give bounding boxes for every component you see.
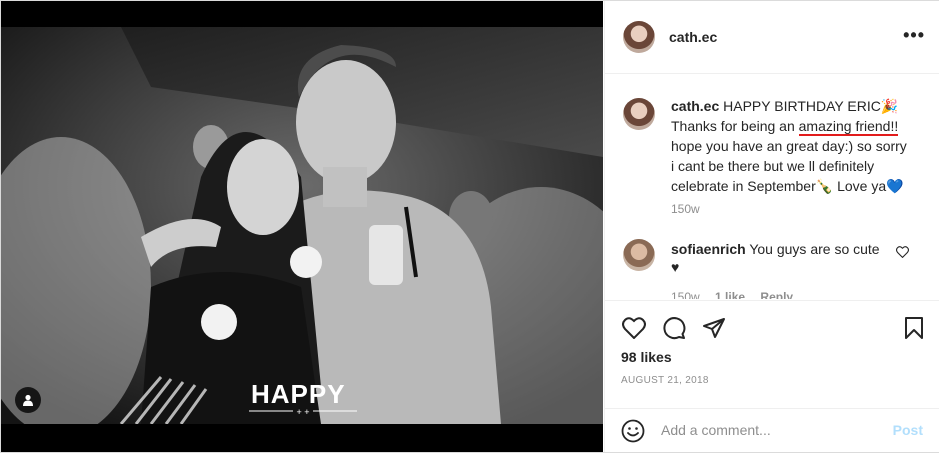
comment-time[interactable]: 150w: [671, 290, 700, 299]
champagne-emoji-icon: 🍾: [815, 178, 834, 194]
post-side-panel: cath.ec ••• cath.ec HAPPY BIRTHDAY ERIC🎉…: [604, 1, 939, 452]
caption-highlight: amazing friend!!: [798, 118, 899, 136]
caption-text-4: Love ya: [833, 178, 887, 194]
party-emoji-icon: 🎉: [880, 98, 899, 114]
comment-text: You guys are so cute: [745, 241, 880, 257]
post-header: cath.ec •••: [605, 1, 939, 74]
caption-avatar[interactable]: [623, 98, 655, 130]
caption-time[interactable]: 150w: [671, 202, 700, 216]
post-modal: HAPPY + + cath.ec ••• cath.ec HAPPY BIRT…: [0, 0, 939, 453]
avatar[interactable]: [623, 21, 655, 53]
heart-icon[interactable]: [621, 315, 647, 341]
comment-meta: 150w 1 like Reply: [671, 290, 805, 299]
caption: cath.ec HAPPY BIRTHDAY ERIC🎉 Thanks for …: [671, 96, 911, 196]
header-username[interactable]: cath.ec: [669, 29, 717, 45]
comment-avatar[interactable]: [623, 239, 655, 271]
add-comment-bar: Post: [605, 408, 939, 453]
comment-icon[interactable]: [661, 315, 687, 341]
svg-text:+ +: + +: [296, 407, 309, 416]
comments-list[interactable]: cath.ec HAPPY BIRTHDAY ERIC🎉 Thanks for …: [605, 74, 939, 299]
comment-like-icon[interactable]: [896, 246, 909, 261]
user-tag-icon[interactable]: [15, 387, 41, 413]
comment-item: sofiaenrich You guys are so cute ♥: [671, 240, 891, 276]
marshmello-logo-icon: + +: [249, 407, 357, 416]
post-button[interactable]: Post: [893, 422, 923, 438]
share-icon[interactable]: [701, 315, 727, 341]
emoji-icon[interactable]: [621, 419, 645, 448]
post-date[interactable]: AUGUST 21, 2018: [621, 375, 709, 386]
post-actions: 98 likes AUGUST 21, 2018: [605, 300, 939, 409]
photo-illustration: [1, 27, 603, 424]
comment-likes[interactable]: 1 like: [715, 290, 745, 299]
post-photo[interactable]: [1, 27, 603, 424]
bookmark-icon[interactable]: [901, 315, 927, 341]
comment-reply[interactable]: Reply: [760, 290, 793, 299]
more-options-icon[interactable]: •••: [903, 25, 925, 46]
caption-username[interactable]: cath.ec: [671, 98, 719, 114]
likes-count[interactable]: 98 likes: [621, 349, 672, 365]
caption-text-1: HAPPY BIRTHDAY ERIC: [723, 98, 881, 114]
photo-pane: HAPPY + +: [1, 1, 603, 452]
comment-username[interactable]: sofiaenrich: [671, 241, 746, 257]
heart-emoji-icon: ♥: [671, 259, 680, 275]
comment-input[interactable]: [659, 421, 883, 439]
caption-text-2: Thanks for being an: [671, 118, 799, 134]
blue-heart-emoji-icon: 💙: [886, 178, 904, 194]
